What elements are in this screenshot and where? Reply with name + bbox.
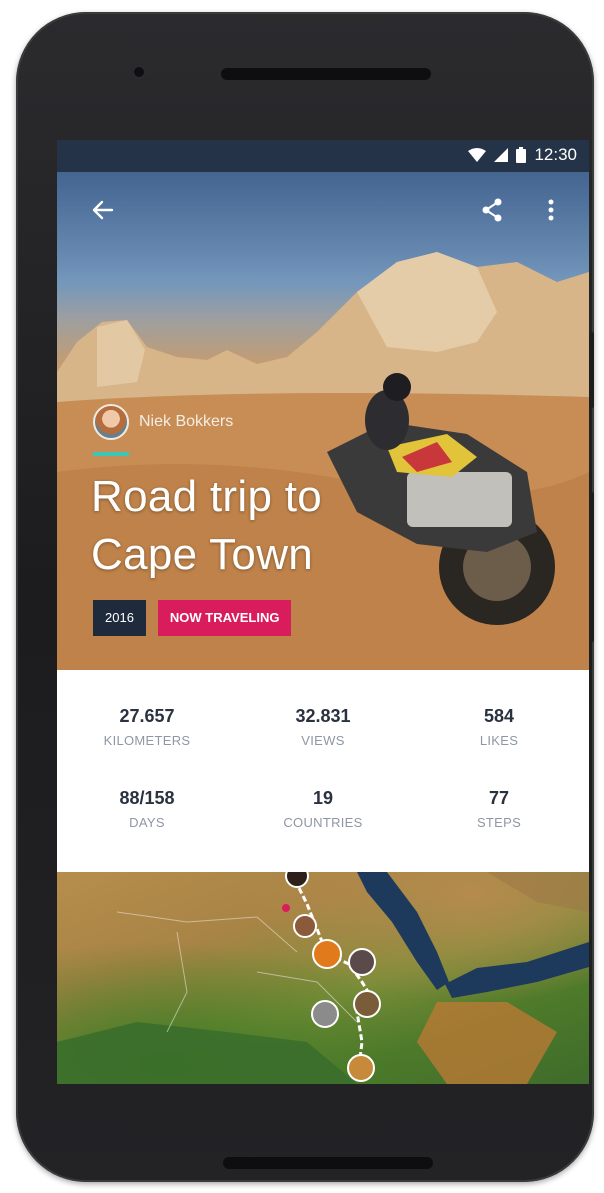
stat-value: 27.657: [119, 706, 175, 726]
stat-value: 88/158: [119, 788, 175, 808]
stat-steps: 77 STEPS: [419, 788, 579, 830]
stat-label: VIEWS: [301, 733, 345, 748]
stat-value: 77: [488, 788, 510, 808]
status-badge: NOW TRAVELING: [157, 600, 292, 636]
stat-label: KILOMETERS: [103, 733, 191, 748]
route-step-marker: [347, 1054, 375, 1082]
stat-label: LIKES: [479, 733, 519, 748]
map-canvas: [57, 872, 589, 1084]
more-options-button[interactable]: [531, 192, 571, 232]
stat-countries: 19 COUNTRIES: [243, 788, 403, 830]
trip-title: Road trip to Cape Town: [91, 472, 323, 579]
route-map[interactable]: [57, 872, 589, 1084]
stat-days: 88/158 DAYS: [67, 788, 227, 830]
route-step-marker: [312, 939, 342, 969]
earpiece-speaker: [221, 68, 431, 80]
route-step-marker: [285, 872, 309, 888]
stat-value: 32.831: [295, 706, 351, 726]
author-chip[interactable]: Niek Bokkers: [93, 404, 233, 440]
stat-label: COUNTRIES: [283, 815, 363, 830]
stat-views: 32.831 VIEWS: [243, 706, 403, 748]
year-badge: 2016: [93, 600, 146, 636]
stat-label: DAYS: [129, 815, 165, 830]
back-button[interactable]: [83, 192, 123, 232]
stat-value: 584: [483, 706, 515, 726]
author-name: Niek Bokkers: [139, 413, 234, 430]
share-button[interactable]: [472, 192, 512, 232]
status-bar: 12:30: [57, 140, 589, 172]
front-camera: [131, 64, 147, 80]
route-step-marker: [353, 990, 381, 1018]
route-step-marker: [348, 948, 376, 976]
signal-icon: [494, 148, 509, 162]
screen: 12:30 Niek Bokkers Road trip to Cape Tow…: [57, 140, 589, 1084]
bottom-speaker: [223, 1157, 433, 1169]
trip-stats: 27.657 KILOMETERS 32.831 VIEWS 584 LIKES…: [57, 670, 589, 872]
avatar: [93, 404, 129, 440]
trip-cover-image: Niek Bokkers Road trip to Cape Town 2016…: [57, 172, 589, 670]
phone-frame: 12:30 Niek Bokkers Road trip to Cape Tow…: [16, 12, 594, 1182]
title-accent-divider: [93, 452, 129, 456]
stat-likes: 584 LIKES: [419, 706, 579, 748]
trip-badges: 2016 NOW TRAVELING: [93, 600, 292, 636]
wifi-icon: [468, 148, 487, 162]
share-icon: [481, 198, 503, 227]
battery-icon: [516, 147, 527, 163]
route-step-marker: [311, 1000, 339, 1028]
stat-value: 19: [312, 788, 334, 808]
more-vert-icon: [548, 199, 554, 226]
arrow-left-icon: [92, 200, 114, 225]
route-step-marker: [293, 914, 317, 938]
stat-label: STEPS: [476, 815, 522, 830]
stat-kilometers: 27.657 KILOMETERS: [67, 706, 227, 748]
status-time: 12:30: [534, 145, 577, 164]
